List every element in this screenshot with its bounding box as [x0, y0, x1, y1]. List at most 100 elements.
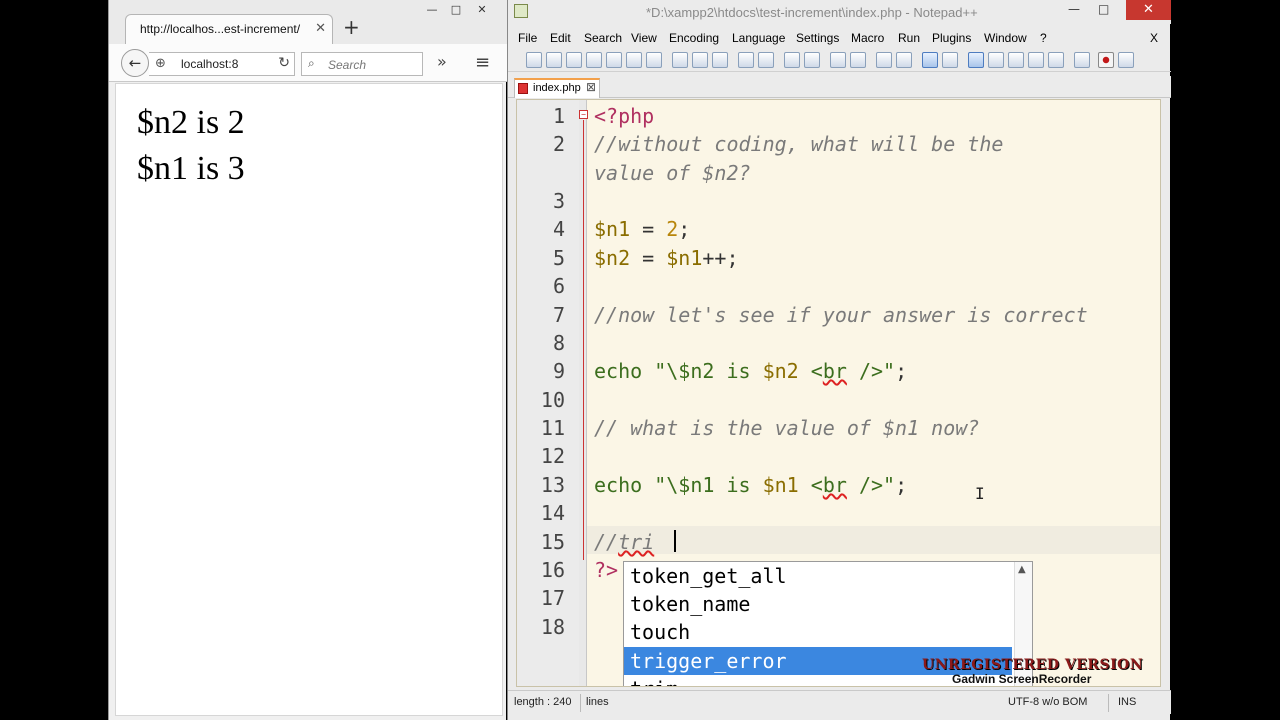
line-number: 8: [552, 331, 565, 355]
menu-language[interactable]: Language: [732, 31, 785, 45]
monitoring-icon[interactable]: [1074, 52, 1090, 68]
menu-view[interactable]: View: [631, 31, 657, 45]
menu-encoding[interactable]: Encoding: [669, 31, 719, 45]
show-all-chars-icon[interactable]: [942, 52, 958, 68]
autocomplete-item[interactable]: touch: [624, 618, 1012, 646]
stop-macro-icon[interactable]: [1118, 52, 1134, 68]
url-text: localhost:8: [181, 57, 239, 71]
line-number: 17: [540, 586, 565, 610]
close-all-icon[interactable]: [626, 52, 642, 68]
tab-close-icon[interactable]: ✕: [315, 21, 326, 36]
document-tabbar: index.php ⊠: [508, 76, 1171, 98]
folder-workspace-icon[interactable]: [1048, 52, 1064, 68]
maximize-button[interactable]: □: [1098, 2, 1109, 16]
undo-icon[interactable]: [738, 52, 754, 68]
line-number: 12: [540, 444, 565, 468]
sync-horizontal-icon[interactable]: [896, 52, 912, 68]
hamburger-menu-icon[interactable]: ≡: [475, 52, 490, 73]
code-line-1: <?php: [594, 104, 655, 128]
notepadpp-titlebar: *D:\xampp2\htdocs\test-increment\index.p…: [508, 0, 1171, 24]
menu-help[interactable]: ?: [1040, 31, 1047, 45]
word-wrap-icon[interactable]: [922, 52, 938, 68]
code-line-7: //now let's see if your answer is correc…: [594, 303, 1088, 327]
maximize-button[interactable]: □: [445, 2, 467, 18]
line-number: 15: [540, 530, 565, 554]
indent-guide-icon[interactable]: [968, 52, 984, 68]
tab-close-icon[interactable]: ⊠: [586, 80, 596, 94]
line-number: 13: [540, 473, 565, 497]
sync-vertical-icon[interactable]: [876, 52, 892, 68]
zoom-out-icon[interactable]: [850, 52, 866, 68]
line-number: 11: [540, 416, 565, 440]
firefox-window: — □ ✕ http://localhos...est-increment/ ✕…: [108, 0, 507, 720]
close-document-button[interactable]: X: [1150, 31, 1158, 45]
firefox-titlebar: — □ ✕ http://localhos...est-increment/ ✕…: [109, 0, 507, 45]
cut-icon[interactable]: [672, 52, 688, 68]
autocomplete-item[interactable]: token_get_all: [624, 562, 1012, 590]
line-number: 16: [540, 558, 565, 582]
unsaved-file-icon: [518, 83, 528, 94]
menu-edit[interactable]: Edit: [550, 31, 571, 45]
search-input[interactable]: ⌕ Search: [301, 52, 423, 76]
url-bar[interactable]: ⊕ localhost:8 ↻: [149, 52, 295, 76]
redo-icon[interactable]: [758, 52, 774, 68]
paste-icon[interactable]: [712, 52, 728, 68]
reload-icon[interactable]: ↻: [278, 55, 290, 71]
menu-run[interactable]: Run: [898, 31, 920, 45]
zoom-in-icon[interactable]: [830, 52, 846, 68]
code-line-13: echo "\$n1 is $n1 <br />";: [594, 473, 908, 497]
replace-icon[interactable]: [804, 52, 820, 68]
autocomplete-item[interactable]: token_name: [624, 590, 1012, 618]
notepad-app-icon: [514, 4, 528, 18]
text-caret: [674, 530, 676, 552]
menu-search[interactable]: Search: [584, 31, 622, 45]
fold-toggle-icon[interactable]: −: [579, 110, 588, 119]
tab-label: index.php: [533, 82, 581, 94]
find-icon[interactable]: [784, 52, 800, 68]
close-file-icon[interactable]: [606, 52, 622, 68]
new-file-icon[interactable]: [526, 52, 542, 68]
code-line-15: //tri: [594, 530, 655, 554]
save-all-icon[interactable]: [586, 52, 602, 68]
close-window-button[interactable]: ✕: [471, 2, 493, 18]
globe-icon: ⊕: [155, 56, 166, 71]
line-number: 6: [552, 274, 565, 298]
fold-guide: [583, 120, 584, 560]
doc-map-icon[interactable]: [1008, 52, 1024, 68]
print-icon[interactable]: [646, 52, 662, 68]
record-macro-icon[interactable]: [1098, 52, 1114, 68]
menu-window[interactable]: Window: [984, 31, 1027, 45]
open-file-icon[interactable]: [546, 52, 562, 68]
code-line-5: $n2 = $n1++;: [594, 246, 739, 270]
copy-icon[interactable]: [692, 52, 708, 68]
back-button[interactable]: ←: [121, 49, 149, 77]
line-number: 9: [552, 359, 565, 383]
menu-plugins[interactable]: Plugins: [932, 31, 971, 45]
line-number: 18: [540, 615, 565, 639]
minimize-button[interactable]: —: [1068, 2, 1080, 16]
status-divider: [1108, 694, 1109, 712]
status-bar: length : 240 lines UTF-8 w/o BOM INS: [508, 690, 1171, 714]
line-number: 7: [552, 303, 565, 327]
minimize-button[interactable]: —: [421, 2, 443, 18]
notepadpp-window: *D:\xampp2\htdocs\test-increment\index.p…: [507, 0, 1171, 720]
overflow-chevron-icon[interactable]: »: [437, 52, 447, 71]
line-number: 2: [552, 132, 565, 156]
chevron-up-icon[interactable]: ▲: [1018, 564, 1026, 575]
line-number: 1: [552, 104, 565, 128]
tab-index-php[interactable]: index.php ⊠: [514, 78, 600, 98]
menu-macro[interactable]: Macro: [851, 31, 884, 45]
browser-tab[interactable]: http://localhos...est-increment/ ✕: [125, 14, 333, 45]
code-line-4: $n1 = 2;: [594, 217, 691, 241]
close-window-button[interactable]: ✕: [1126, 0, 1171, 20]
line-number: 5: [552, 246, 565, 270]
code-editor[interactable]: 1 2 3 4 5 6 7 8 9 10 11 12 13 14 15 16 1…: [516, 99, 1161, 687]
function-list-icon[interactable]: [1028, 52, 1044, 68]
status-lines: lines: [586, 696, 609, 708]
code-line-16: ?>: [594, 558, 619, 582]
save-icon[interactable]: [566, 52, 582, 68]
new-tab-button[interactable]: +: [343, 17, 360, 37]
menu-file[interactable]: File: [518, 31, 537, 45]
menu-settings[interactable]: Settings: [796, 31, 839, 45]
user-language-icon[interactable]: [988, 52, 1004, 68]
